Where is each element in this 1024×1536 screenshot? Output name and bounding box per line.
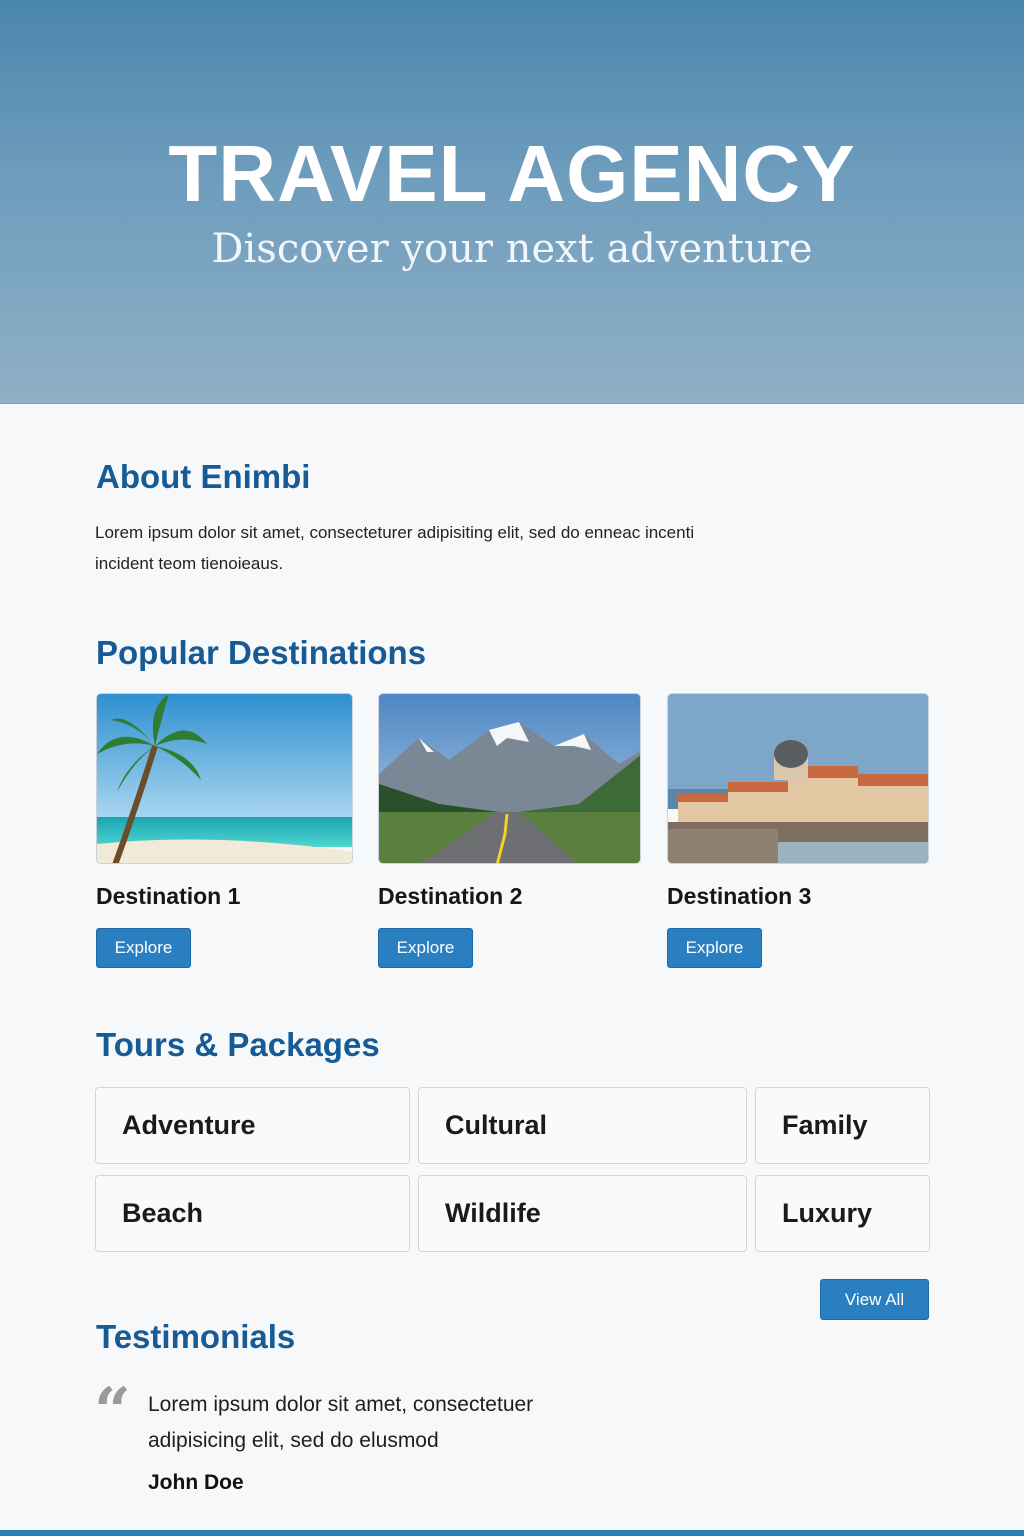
testimonial-author: John Doe bbox=[148, 1471, 244, 1494]
tours-heading: Tours & Packages bbox=[96, 1026, 380, 1063]
tour-category-beach[interactable]: Beach bbox=[95, 1175, 410, 1252]
about-heading: About Enimbi bbox=[96, 458, 311, 495]
tour-category-family[interactable]: Family bbox=[755, 1087, 930, 1164]
destination-card: Destination 3 Explore bbox=[667, 693, 929, 968]
destination-card: Destination 2 Explore bbox=[378, 693, 641, 968]
footer-bar bbox=[0, 1530, 1024, 1536]
hero-subtitle: Discover your next adventure bbox=[211, 226, 813, 272]
explore-button[interactable]: Explore bbox=[667, 928, 762, 968]
explore-button[interactable]: Explore bbox=[378, 928, 473, 968]
testimonial-quote: Lorem ipsum dolor sit amet, consectetuer… bbox=[148, 1393, 534, 1452]
hero-banner: TRAVEL AGENCY Discover your next adventu… bbox=[0, 0, 1024, 404]
tour-category-cultural[interactable]: Cultural bbox=[418, 1087, 747, 1164]
quote-icon: “ bbox=[94, 1374, 131, 1449]
destinations-heading: Popular Destinations bbox=[96, 634, 427, 671]
destination-1-image[interactable] bbox=[96, 693, 353, 864]
destination-2-name: Destination 2 bbox=[378, 883, 523, 909]
destination-3-image[interactable] bbox=[667, 693, 929, 864]
destination-card: Destination 1 Explore bbox=[96, 693, 353, 968]
view-all-button[interactable]: View All bbox=[820, 1279, 929, 1320]
tour-category-adventure[interactable]: Adventure bbox=[95, 1087, 410, 1164]
destination-3-name: Destination 3 bbox=[667, 883, 812, 909]
about-text: Lorem ipsum dolor sit amet, consecteture… bbox=[95, 523, 695, 573]
tour-category-wildlife[interactable]: Wildlife bbox=[418, 1175, 747, 1252]
destination-2-image[interactable] bbox=[378, 693, 641, 864]
destination-1-name: Destination 1 bbox=[96, 883, 241, 909]
tour-category-luxury[interactable]: Luxury bbox=[755, 1175, 930, 1252]
hero-title: TRAVEL AGENCY bbox=[168, 129, 856, 218]
testimonials-heading: Testimonials bbox=[96, 1318, 296, 1355]
explore-button[interactable]: Explore bbox=[96, 928, 191, 968]
